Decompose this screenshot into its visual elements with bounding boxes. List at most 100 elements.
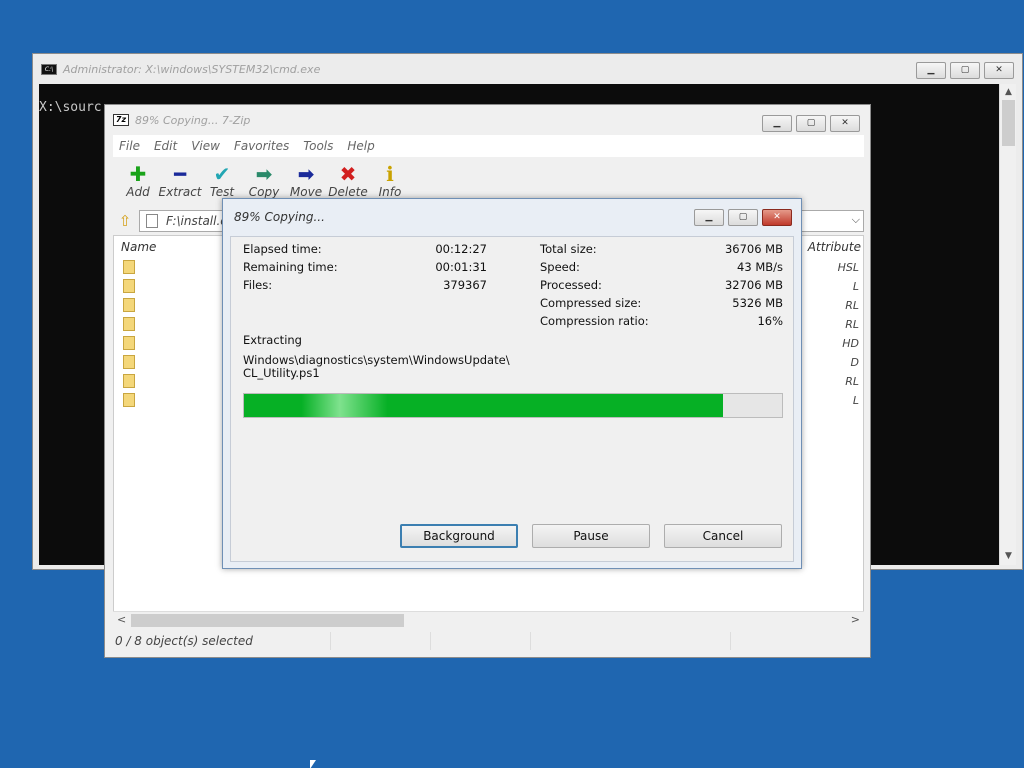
plus-icon: ✚ [129,162,147,186]
zip-menubar: File Edit View Favorites Tools Help [113,135,864,157]
cmd-icon: C:\ [41,63,57,75]
attribute-cell: D [850,356,859,369]
toolbar-label: Add [126,185,150,199]
folder-icon[interactable] [123,393,135,407]
status-cell [331,632,431,650]
attribute-cell: RL [845,318,859,331]
processed-value: 32706 MB [724,278,783,292]
cmd-minimize-button[interactable]: ▁ [916,62,946,79]
menu-help[interactable]: Help [347,139,374,153]
cmd-scroll-thumb[interactable] [1002,100,1015,146]
cmd-maximize-button[interactable]: ▢ [950,62,980,79]
attribute-cell: HSL [837,261,859,274]
attribute-cell: L [852,280,859,293]
cmd-title: Administrator: X:\windows\SYSTEM32\cmd.e… [63,62,321,76]
address-text: F:\install.e [166,214,228,228]
file-icon [146,214,158,228]
attribute-cell: L [852,394,859,407]
files-value: 379367 [443,278,487,292]
toolbar-label: Extract [158,185,202,199]
current-file-name: CL_Utility.ps1 [243,366,320,380]
menu-edit[interactable]: Edit [154,139,177,153]
toolbar-label: Copy [248,185,280,199]
folder-icon[interactable] [123,298,135,312]
cancel-button[interactable]: Cancel [664,524,782,548]
attribute-cell: RL [845,375,859,388]
scroll-up-icon[interactable]: ▲ [1000,84,1017,101]
scroll-down-icon[interactable]: ▼ [1000,548,1017,565]
operation-label: Extracting [243,333,302,347]
column-header-name[interactable]: Name [121,240,156,254]
compressed-size-value: 5326 MB [732,296,783,310]
folder-up-icon[interactable]: ⇧ [115,211,135,231]
horizontal-scroll-thumb[interactable] [131,614,404,627]
scroll-right-icon[interactable]: > [851,613,860,626]
elapsed-time-label: Elapsed time: [243,242,322,256]
folder-icon[interactable] [123,374,135,388]
current-file-path: Windows\diagnostics\system\WindowsUpdate… [243,353,510,367]
status-cell [431,632,531,650]
progress-title: 89% Copying... [234,210,325,224]
pause-button[interactable]: Pause [532,524,650,548]
folder-icon[interactable] [123,355,135,369]
remaining-time-value: 00:01:31 [435,260,487,274]
folder-icon[interactable] [123,317,135,331]
toolbar-label: Move [289,185,323,199]
menu-tools[interactable]: Tools [303,139,333,153]
progress-maximize-button[interactable]: ▢ [728,209,758,226]
cmd-close-button[interactable]: ✕ [984,62,1014,79]
progress-close-button[interactable]: ✕ [762,209,792,226]
toolbar-label: Test [209,185,235,199]
status-cell [531,632,731,650]
toolbar-label: Delete [328,185,368,199]
scroll-left-icon[interactable]: < [117,613,126,626]
zip-title: 89% Copying... 7-Zip [135,113,251,127]
folder-icon[interactable] [123,336,135,350]
folder-icon[interactable] [123,260,135,274]
speed-label: Speed: [540,260,580,274]
horizontal-scrollbar[interactable]: < > [113,611,864,628]
cmd-title-bar[interactable]: C:\ Administrator: X:\windows\SYSTEM32\c… [33,54,1022,84]
compression-ratio-value: 16% [757,314,783,328]
progress-dialog: 89% Copying... ▁ ▢ ✕ Elapsed time: 00:12… [222,198,802,569]
compressed-size-label: Compressed size: [540,296,642,310]
menu-view[interactable]: View [191,139,220,153]
progress-bar-fill [244,394,723,417]
progress-minimize-button[interactable]: ▁ [694,209,724,226]
move-arrow-icon: ➡ [297,162,315,186]
zip-title-bar[interactable]: 7z 89% Copying... 7-Zip [105,105,870,135]
toolbar-extract-button[interactable]: ━ Extract [158,157,202,209]
menu-file[interactable]: File [119,139,140,153]
delete-x-icon: ✖ [339,162,357,186]
menu-favorites[interactable]: Favorites [234,139,289,153]
cmd-prompt: X:\sourc [39,100,102,115]
column-header-attribute[interactable]: Attribute [808,240,861,254]
zip-minimize-button[interactable]: ▁ [762,115,792,132]
chevron-down-icon[interactable]: ⌵ [852,213,860,227]
toolbar-add-button[interactable]: ✚ Add [119,157,157,209]
cmd-scrollbar[interactable]: ▲ ▼ [999,84,1016,565]
processed-label: Processed: [540,278,602,292]
remaining-time-label: Remaining time: [243,260,338,274]
attribute-cell: HD [842,337,859,350]
zip-close-button[interactable]: ✕ [830,115,860,132]
mouse-cursor-icon [310,760,316,768]
folder-icon[interactable] [123,279,135,293]
toolbar-label: Info [378,185,402,199]
progress-body: Elapsed time: 00:12:27 Remaining time: 0… [230,236,794,562]
progress-bar [243,393,783,418]
status-bar: 0 / 8 object(s) selected [113,631,864,651]
zip-maximize-button[interactable]: ▢ [796,115,826,132]
compression-ratio-label: Compression ratio: [540,314,649,328]
background-button[interactable]: Background [400,524,518,548]
info-icon: ℹ [386,162,394,186]
status-selected: 0 / 8 object(s) selected [113,632,331,650]
attribute-cell: RL [845,299,859,312]
total-size-label: Total size: [540,242,597,256]
elapsed-time-value: 00:12:27 [435,242,487,256]
files-label: Files: [243,278,273,292]
copy-arrow-icon: ➡ [255,162,273,186]
check-icon: ✔ [213,162,231,186]
minus-icon: ━ [173,162,187,186]
total-size-value: 36706 MB [724,242,783,256]
